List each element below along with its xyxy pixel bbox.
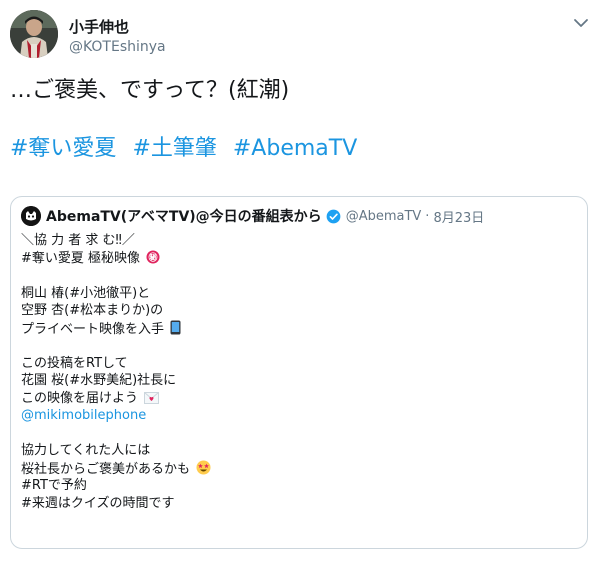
avatar-photo (10, 10, 58, 58)
quoted-line: この投稿をRTして (21, 355, 211, 373)
quoted-hashtag[interactable]: #来週はクイズの時間です (21, 496, 175, 511)
secret-icon: ㊙ (146, 250, 160, 263)
hashtag-link[interactable]: #AbemaTV (233, 136, 357, 161)
user-handle[interactable]: @KOTEshinya (69, 37, 166, 57)
quoted-line-text: この映像を届けよう (21, 390, 139, 406)
display-name[interactable]: 小手伸也 (69, 17, 129, 37)
hashtag-link[interactable]: #土筆肇 (132, 136, 216, 161)
quoted-line-text: 花園 桜(#水野美紀)社長に (21, 373, 177, 388)
quoted-tweet[interactable]: AbemaTV(アベマTV)@今日の番組表から @AbemaTV · 8月23日… (10, 196, 588, 549)
quoted-line: #RTで予約 (21, 477, 211, 495)
separator-dot: · (425, 208, 430, 224)
quoted-line-text: 桜社長からご褒美があるかも (21, 461, 191, 477)
quoted-line-text: #奪い愛夏 極秘映像 (21, 250, 141, 266)
quoted-line: プライベート映像を入手 (21, 320, 211, 338)
quoted-line-text: 協力してくれた人には (21, 443, 151, 458)
mention-link[interactable]: @mikimobilephone (21, 408, 146, 423)
hashtag-row: #奪い愛夏 #土筆肇 #AbemaTV (10, 134, 366, 164)
tweet-card: 小手伸也 @KOTEshinya …ご褒美、ですって？(紅潮) #奪い愛夏 #土… (0, 0, 600, 562)
quoted-line: #奪い愛夏 極秘映像 ㊙ (21, 250, 211, 268)
quoted-line-text: この投稿をRTして (21, 355, 128, 371)
chevron-down-icon[interactable] (572, 16, 590, 30)
quoted-line-text: 桐山 椿(#小池徹平)と (21, 285, 151, 301)
quoted-hashtag[interactable]: #RTで予約 (21, 478, 87, 493)
quoted-line: 協力してくれた人には (21, 442, 211, 460)
hashtag-link[interactable]: #奪い愛夏 (10, 136, 116, 161)
quoted-date[interactable]: 8月23日 (433, 207, 484, 226)
tweet-text: …ご褒美、ですって？(紅潮) (10, 78, 290, 103)
quoted-line: 桜社長からご褒美があるかも (21, 460, 211, 478)
star-struck-face-icon (196, 460, 211, 474)
quoted-tweet-header: AbemaTV(アベマTV)@今日の番組表から @AbemaTV · 8月23日 (21, 206, 484, 226)
quoted-line: 花園 桜(#水野美紀)社長に (21, 372, 211, 390)
phone-icon (170, 320, 181, 334)
quoted-line-text: 空野 杏(#松本まりか)の (21, 303, 164, 318)
quoted-line: #来週はクイズの時間です (21, 495, 211, 513)
quoted-line: 桐山 椿(#小池徹平)と (21, 285, 211, 303)
quoted-line-text: プライベート映像を入手 (21, 321, 165, 337)
quoted-line-text: ＼協 力 者 求 む‼／ (21, 233, 135, 248)
quoted-handle[interactable]: @AbemaTV (346, 209, 422, 224)
quoted-line: ＼協 力 者 求 む‼／ (21, 232, 211, 250)
avatar[interactable] (10, 10, 58, 58)
quoted-tweet-body: ＼協 力 者 求 む‼／ #奪い愛夏 極秘映像 ㊙ 桐山 椿(#小池徹平)と 空… (21, 232, 211, 512)
quoted-display-name[interactable]: AbemaTV(アベマTV)@今日の番組表から (46, 206, 322, 226)
quoted-line: 空野 杏(#松本まりか)の (21, 302, 211, 320)
quoted-line: この映像を届けよう (21, 390, 211, 408)
quoted-line: @mikimobilephone (21, 407, 211, 425)
verified-badge-icon (326, 209, 341, 223)
love-letter-icon (144, 391, 160, 404)
secret-glyph: ㊙ (149, 251, 158, 263)
quoted-avatar[interactable] (21, 206, 41, 226)
